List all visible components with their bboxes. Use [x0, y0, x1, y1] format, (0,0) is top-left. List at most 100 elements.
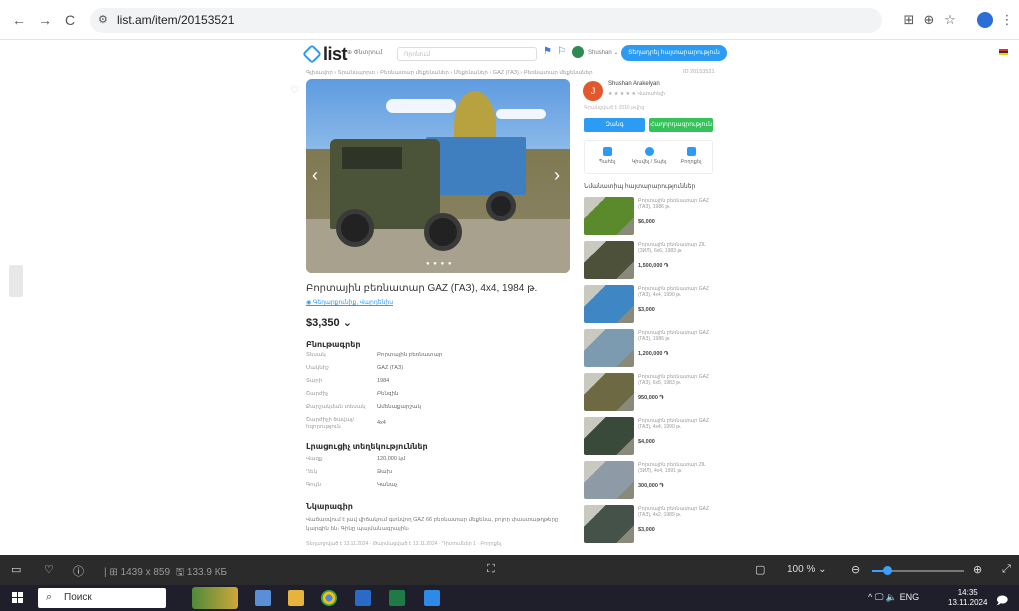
- zoom-in-icon[interactable]: ⊕: [973, 563, 982, 576]
- address-bar[interactable]: ⚙ list.am/item/20153521: [90, 8, 882, 33]
- extra-key: Գույն: [306, 482, 321, 488]
- heart-icon[interactable]: ♡: [290, 85, 299, 96]
- ad-id: ID 20153521: [683, 69, 715, 75]
- fullscreen-icon[interactable]: ⤢: [1002, 563, 1011, 576]
- description-heading: Նկարագիր: [306, 502, 353, 511]
- translate-icon[interactable]: ⊞: [900, 11, 918, 29]
- web-page: list ⊕ Փնտրում Որոնում ⚑ ⚐ Shushan ⌄ Տեղ…: [0, 40, 1019, 555]
- side-panel-tab[interactable]: [9, 265, 23, 297]
- spec-value: Բորտային բեռնատար: [377, 352, 443, 358]
- photo-pagination-dots: ● ● ● ●: [426, 261, 453, 267]
- language-flag-icon[interactable]: [999, 49, 1008, 55]
- report-action[interactable]: Բողոքել: [671, 147, 711, 165]
- photos-app-icon[interactable]: [424, 590, 440, 606]
- zoom-icon[interactable]: ⊕: [920, 11, 938, 29]
- listing-location-link[interactable]: ◉ Գեղարքունիք, Վարդենիս: [306, 299, 393, 306]
- spec-value: 4x4: [377, 420, 386, 426]
- seller-name[interactable]: Shushan Arakelyan: [608, 81, 660, 87]
- back-arrow-icon[interactable]: ←: [10, 11, 28, 29]
- image-viewer-app-icon[interactable]: [355, 590, 371, 606]
- bookmark-star-icon[interactable]: ☆: [941, 11, 959, 29]
- reload-icon[interactable]: C: [61, 11, 79, 29]
- truck-bed: [426, 137, 526, 195]
- extra-row: Ղեկ Ձախ: [306, 469, 566, 481]
- seller-rating: ★ ★ ★ ★ ★ Վստահելի: [608, 91, 665, 97]
- image-file-size: 133.9 КБ: [186, 567, 228, 578]
- browser-toolbar: ← → C ⚙ list.am/item/20153521 ⊞ ⊕ ☆ ⋮: [0, 0, 1019, 40]
- spec-value: Ամենաքարշակ: [377, 404, 421, 410]
- taskbar-search-placeholder: Поиск: [64, 592, 92, 603]
- similar-ad-item[interactable]: Բորտային բեռնատար GAZ (ГАЗ), 4x2, 1989 թ…: [584, 505, 714, 543]
- zoom-level[interactable]: 100 % ⌄: [787, 564, 827, 575]
- profile-avatar[interactable]: [977, 12, 993, 28]
- similar-ad-thumbnail: [584, 329, 634, 367]
- site-settings-icon[interactable]: ⚙: [98, 13, 108, 26]
- zoom-slider-handle[interactable]: [882, 566, 892, 575]
- similar-ads-heading: Նմանատիպ հայտարարություններ: [584, 184, 696, 190]
- similar-ad-price: 1,500,000 ֏: [638, 263, 669, 269]
- similar-ad-item[interactable]: Բորտային բեռնատար GAZ (ГАЗ), 6x6, 1983 թ…: [584, 373, 714, 411]
- similar-ad-price: 1,200,000 ֏: [638, 351, 669, 357]
- user-avatar[interactable]: [572, 46, 584, 58]
- similar-ad-title: Բորտային բեռնատար GAZ (ГАЗ), 1986 թ.: [638, 198, 710, 210]
- similar-ad-item[interactable]: Բորտային բեռնատար ZIL (ЗИЛ), 4x4, 1991 թ…: [584, 461, 714, 499]
- similar-ad-item[interactable]: Բորտային բեռնատար ZIL (ЗИЛ), 6x6, 1983 թ…: [584, 241, 714, 279]
- favorite-heart-icon[interactable]: ♡: [44, 563, 54, 576]
- share-action[interactable]: Կիսվել / Տպել: [629, 147, 669, 165]
- calculator-app-icon[interactable]: [255, 590, 271, 606]
- forward-arrow-icon[interactable]: →: [36, 11, 54, 29]
- similar-ad-price: 300,000 ֏: [638, 483, 664, 489]
- chrome-app-icon[interactable]: [321, 590, 337, 606]
- search-category-button[interactable]: ⊕ Փնտրում: [347, 49, 382, 56]
- favorites-icon[interactable]: ⚑: [543, 47, 553, 57]
- browser-menu-icon[interactable]: ⋮: [998, 11, 1016, 29]
- listing-photo[interactable]: ‹ › ● ● ● ●: [306, 79, 570, 273]
- taskbar-clock[interactable]: 14:35 13.11.2024: [948, 588, 987, 608]
- fit-screen-icon[interactable]: ▢: [755, 563, 765, 576]
- search-icon: ⌕: [46, 591, 53, 603]
- breadcrumb[interactable]: Գլխավոր › Տրանսպորտ › Բեռնատար մեքենաներ…: [306, 70, 593, 76]
- windows-start-icon[interactable]: [12, 592, 24, 604]
- similar-ad-item[interactable]: Բորտային բեռնատար GAZ (ГАЗ), 4x4, 1990 թ…: [584, 417, 714, 455]
- seller-avatar[interactable]: J: [583, 81, 603, 101]
- call-button[interactable]: Զանգ: [584, 118, 645, 132]
- similar-ad-title: Բորտային բեռնատար GAZ (ГАЗ), 6x6, 1983 թ…: [638, 374, 710, 386]
- similar-ad-item[interactable]: Բորտային բեռնատար GAZ (ГАЗ), 1986 թ. $6,0…: [584, 197, 714, 235]
- search-input[interactable]: Որոնում: [397, 47, 537, 61]
- similar-ad-item[interactable]: Բորտային բեռնատար GAZ (ГАЗ), 1986 թ. 1,20…: [584, 329, 714, 367]
- report-label: Բողոքել: [680, 159, 702, 165]
- listing-price[interactable]: $3,350 ⌄: [306, 316, 352, 329]
- next-photo-chevron-icon[interactable]: ›: [554, 165, 564, 185]
- spec-row: Մակնիշ GAZ (ГАЗ): [306, 365, 566, 377]
- spec-key: Մակնիշ: [306, 365, 329, 371]
- clock-date: 13.11.2024: [948, 598, 988, 607]
- taskbar-search-input[interactable]: ⌕ Поиск: [38, 588, 166, 608]
- image-viewer-bar: ▭ ♡ ⓘ | ⊞ 1439 x 859 🖫 133.9 КБ ⛶ ▢ 100 …: [0, 555, 1019, 585]
- seller-since: Գրանցված է 2016 թվից: [584, 105, 645, 111]
- site-logo[interactable]: list: [302, 44, 348, 65]
- extra-row: Վազք 120,000 կմ: [306, 456, 566, 468]
- logo-text: list: [323, 44, 348, 64]
- crop-icon[interactable]: ⛶: [487, 563, 495, 576]
- save-action[interactable]: Պահել: [587, 147, 627, 165]
- system-tray[interactable]: ^ 🖵 🔈 ENG: [868, 592, 919, 603]
- prev-photo-chevron-icon[interactable]: ‹: [312, 165, 322, 185]
- slideshow-icon[interactable]: ▭: [11, 563, 21, 576]
- info-icon[interactable]: ⓘ: [73, 563, 84, 579]
- notifications-icon[interactable]: 🗩: [996, 592, 1008, 611]
- message-button[interactable]: Հաղորդագրություն: [649, 118, 713, 132]
- excel-app-icon[interactable]: [389, 590, 405, 606]
- similar-ad-item[interactable]: Բորտային բեռնատար GAZ (ГАЗ), 4x4, 1990 թ…: [584, 285, 714, 323]
- spec-value: 1984: [377, 378, 390, 384]
- user-menu[interactable]: Shushan ⌄: [588, 49, 618, 56]
- similar-ad-thumbnail: [584, 241, 634, 279]
- listing-description: Վաճառվում է լավ վիճակում գտնվող GAZ 66 բ…: [306, 517, 559, 532]
- spec-key: Շարժիչի ծավալ/հզորություն: [306, 417, 354, 430]
- image-info: | ⊞ 1439 x 859 🖫 133.9 КБ: [104, 567, 228, 578]
- file-explorer-icon[interactable]: [288, 590, 304, 606]
- zoom-out-icon[interactable]: ⊖: [851, 563, 860, 576]
- post-ad-button[interactable]: Տեղադրել հայտարարություն: [621, 45, 727, 61]
- weather-widget[interactable]: [192, 587, 238, 609]
- share-label: Կիսվել / Տպել: [631, 159, 667, 165]
- notifications-icon[interactable]: ⚐: [557, 47, 567, 57]
